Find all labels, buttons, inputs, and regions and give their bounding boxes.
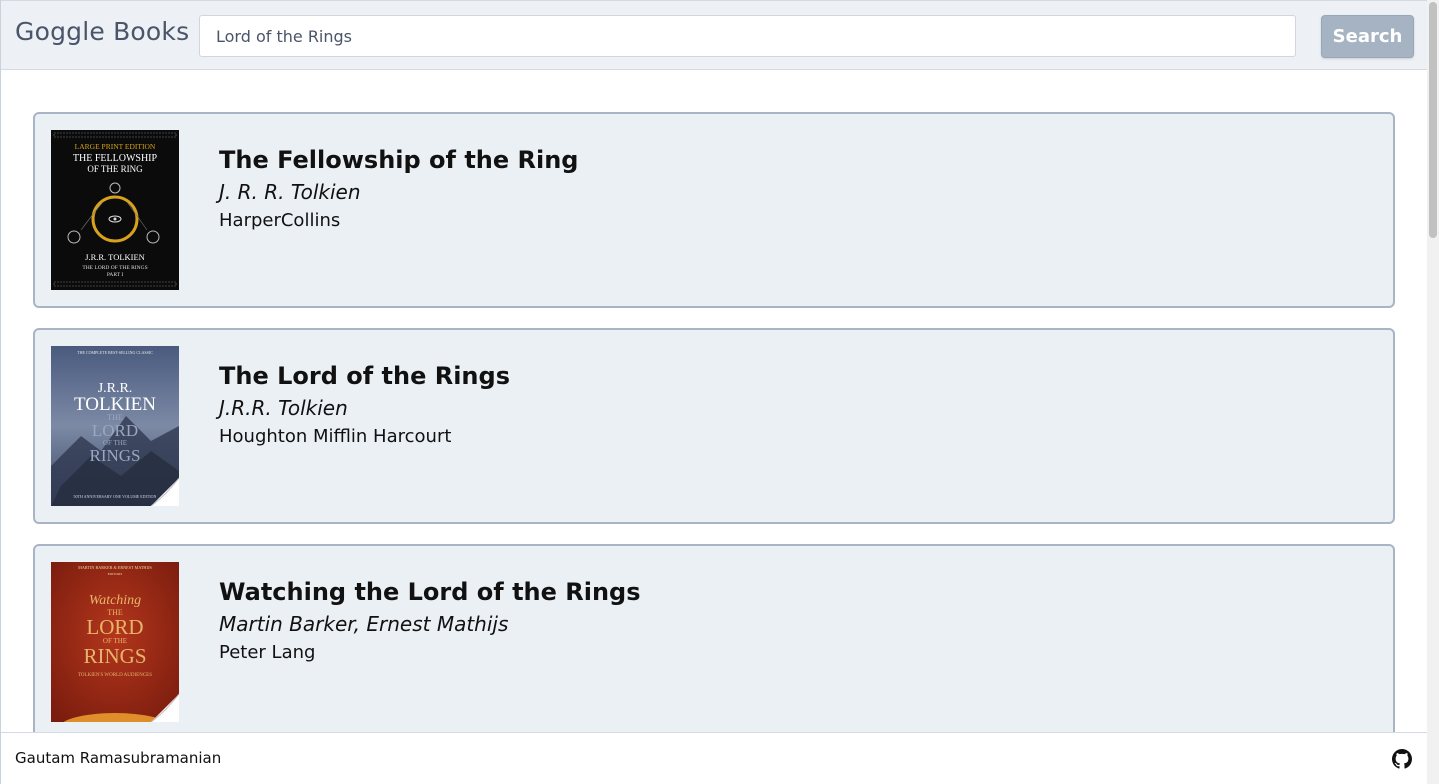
svg-text:EDITORS: EDITORS	[108, 572, 123, 576]
search-button[interactable]: Search	[1321, 15, 1414, 58]
svg-text:LORD: LORD	[86, 615, 143, 639]
svg-text:50TH ANNIVERSARY ONE VOLUME ED: 50TH ANNIVERSARY ONE VOLUME EDITION	[74, 494, 157, 499]
results-list: LARGE PRINT EDITION THE FELLOWSHIP OF TH…	[33, 112, 1395, 760]
book-title[interactable]: The Fellowship of the Ring	[219, 144, 578, 176]
book-title[interactable]: The Lord of the Rings	[219, 360, 510, 392]
book-cover-image[interactable]: LARGE PRINT EDITION THE FELLOWSHIP OF TH…	[51, 130, 179, 290]
svg-text:MARTIN BARKER & ERNEST MATHIJS: MARTIN BARKER & ERNEST MATHIJS	[78, 565, 152, 570]
book-author: J.R.R. Tolkien	[219, 396, 348, 420]
svg-text:RINGS: RINGS	[83, 644, 146, 668]
footer: Gautam Ramasubramanian	[1, 732, 1427, 784]
top-bar: Goggle Books Search	[1, 0, 1427, 70]
svg-text:LARGE PRINT EDITION: LARGE PRINT EDITION	[75, 142, 156, 151]
book-publisher: Peter Lang	[219, 642, 316, 663]
book-title[interactable]: Watching the Lord of the Rings	[219, 576, 641, 608]
book-card[interactable]: THE COMPLETE BEST-SELLING CLASSIC J.R.R.…	[33, 328, 1395, 524]
book-card[interactable]: MARTIN BARKER & ERNEST MATHIJS EDITORS W…	[33, 544, 1395, 740]
svg-text:PART I: PART I	[107, 272, 123, 278]
svg-text:LORD: LORD	[92, 421, 138, 440]
brand-title[interactable]: Goggle Books	[15, 17, 189, 46]
svg-text:THE FELLOWSHIP: THE FELLOWSHIP	[73, 153, 158, 164]
book-cover-image[interactable]: MARTIN BARKER & ERNEST MATHIJS EDITORS W…	[51, 562, 179, 722]
book-author: Martin Barker, Ernest Mathijs	[219, 612, 509, 636]
svg-text:THE LORD OF THE RINGS: THE LORD OF THE RINGS	[82, 265, 147, 271]
scrollbar-thumb[interactable]	[1429, 2, 1437, 238]
book-publisher: Houghton Mifflin Harcourt	[219, 426, 452, 447]
svg-text:RINGS: RINGS	[89, 446, 140, 465]
github-icon[interactable]	[1392, 749, 1412, 769]
svg-text:THE COMPLETE BEST-SELLING CLAS: THE COMPLETE BEST-SELLING CLASSIC	[77, 350, 153, 355]
search-input[interactable]	[199, 15, 1296, 57]
book-card[interactable]: LARGE PRINT EDITION THE FELLOWSHIP OF TH…	[33, 112, 1395, 308]
svg-text:TOLKIEN: TOLKIEN	[74, 394, 156, 415]
svg-text:Watching: Watching	[89, 593, 141, 608]
svg-text:TOLKIEN'S WORLD AUDIENCES: TOLKIEN'S WORLD AUDIENCES	[78, 673, 152, 678]
svg-text:OF THE RING: OF THE RING	[87, 164, 143, 174]
book-author: J. R. R. Tolkien	[219, 180, 361, 204]
book-publisher: HarperCollins	[219, 210, 341, 231]
vertical-scrollbar[interactable]	[1427, 0, 1439, 784]
book-cover-image[interactable]: THE COMPLETE BEST-SELLING CLASSIC J.R.R.…	[51, 346, 179, 506]
author-credit: Gautam Ramasubramanian	[15, 749, 222, 767]
svg-text:J.R.R. TOLKIEN: J.R.R. TOLKIEN	[85, 252, 145, 262]
